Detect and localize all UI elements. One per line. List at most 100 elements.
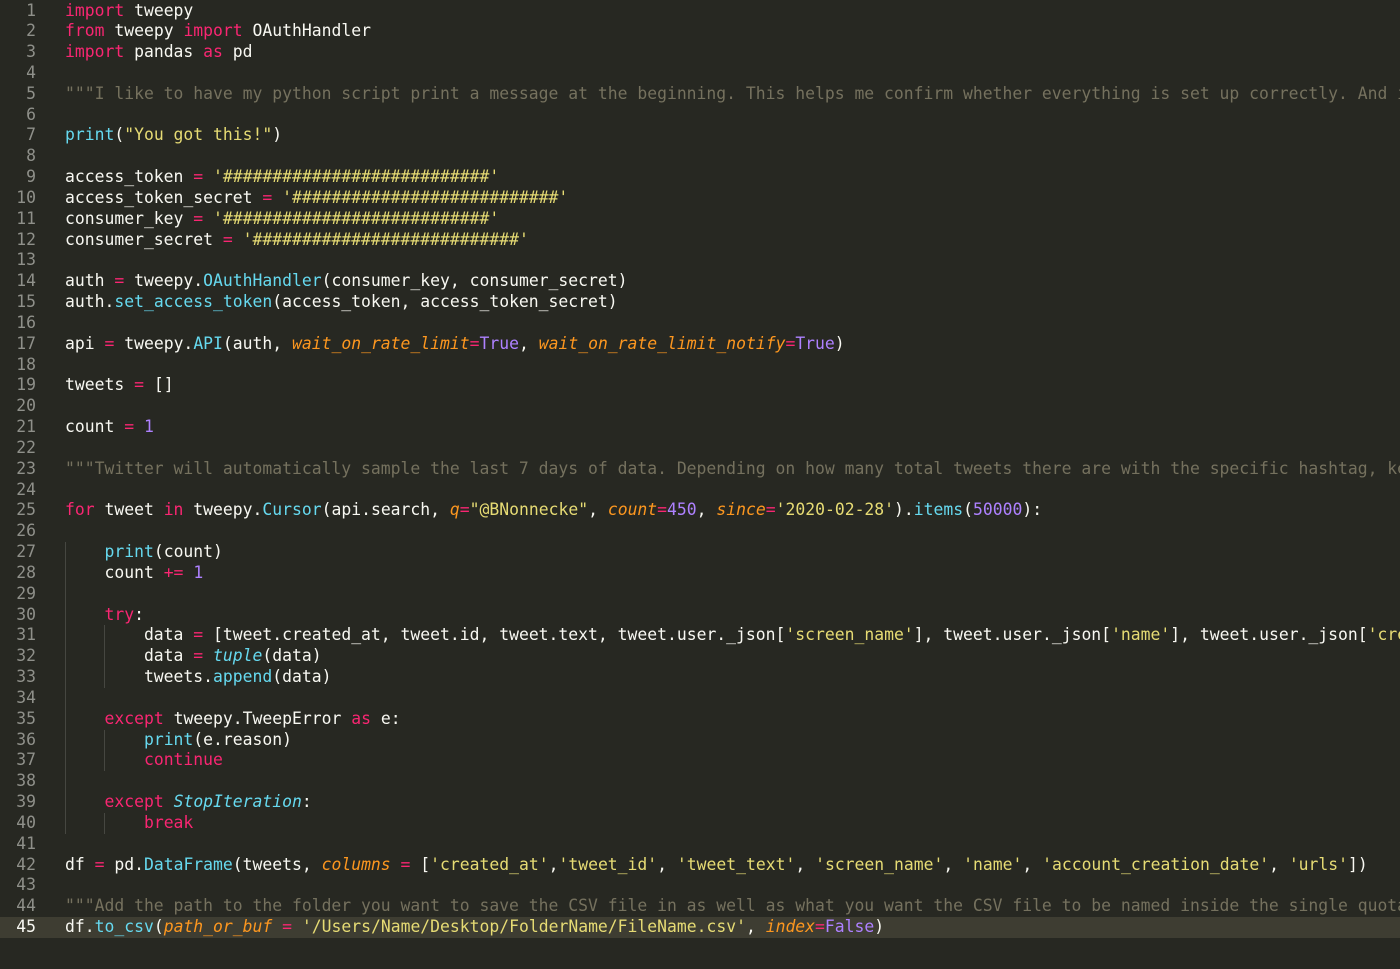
code-token: = [193,167,204,187]
line-number: 23 [16,458,36,478]
code-line[interactable]: 29 [0,584,1400,605]
code-line[interactable]: 23 """Twitter will automatically sample t… [0,459,1400,480]
code-line[interactable]: 26 [0,521,1400,542]
line-number: 31 [16,625,36,645]
code-token: columns [321,854,391,874]
code-token: 'created_at' [430,854,549,874]
code-line[interactable]: 32 data = tuple(data) [0,646,1400,667]
line-number: 12 [16,229,36,249]
code-line[interactable]: 34 [0,688,1400,709]
code-token: access_token_secret [65,187,263,207]
code-token: count [65,417,125,437]
code-line[interactable]: 12 consumer_secret = '###################… [0,230,1400,251]
line-code: print("You got this!") [65,125,282,146]
code-line[interactable]: 16 [0,313,1400,334]
code-line[interactable]: 42 df = pd.DataFrame(tweets, columns = ['… [0,855,1400,876]
code-line[interactable]: 44 """Add the path to the folder you want… [0,896,1400,917]
code-line[interactable]: 39 except StopIteration: [0,792,1400,813]
line-number: 13 [16,250,36,270]
line-code: except StopIteration: [65,792,311,813]
code-line[interactable]: 4 [0,63,1400,84]
code-line[interactable]: 36 print(e.reason) [0,730,1400,751]
code-token: "You got this!" [124,125,273,145]
code-token: (count) [153,542,223,562]
line-code: try: [65,605,143,626]
code-line[interactable]: 25 for tweet in tweepy.Cursor(api.search,… [0,500,1400,521]
code-token: ], tweet.user._json[ [1170,625,1368,645]
code-token: tuple [213,646,263,666]
code-line[interactable]: 41 [0,834,1400,855]
code-token: 'crea [1367,625,1400,645]
line-number: 39 [16,792,36,812]
line-number: 26 [16,521,36,541]
code-line[interactable]: 28 count += 1 [0,563,1400,584]
code-token: (tweets, [232,854,322,874]
code-token: 'account_creation_date' [1042,854,1270,874]
code-line[interactable]: 3 import pandas as pd [0,42,1400,63]
code-line[interactable]: 33 tweets.append(data) [0,667,1400,688]
code-line[interactable]: 21 count = 1 [0,417,1400,438]
code-line[interactable]: 2 from tweepy import OAuthHandler [0,21,1400,42]
code-token: consumer_key [65,208,194,228]
code-token: = [469,333,480,353]
code-line[interactable]: 5 """I like to have my python script prin… [0,84,1400,105]
line-number: 8 [26,146,36,166]
code-line[interactable]: 35 except tweepy.TweepError as e: [0,709,1400,730]
code-token: ( [963,500,974,520]
code-token: '###########################' [282,187,569,207]
code-token: pandas [124,42,204,62]
code-line[interactable]: 10 access_token_secret = '###############… [0,188,1400,209]
code-token: """Twitter will automatically sample the… [65,458,1400,478]
code-line[interactable]: 43 [0,875,1400,896]
line-code: count = 1 [65,417,154,438]
code-token: = [400,854,411,874]
code-line[interactable]: 7 print("You got this!") [0,125,1400,146]
code-token: for [65,500,95,520]
line-code: consumer_key = '########################… [65,209,499,230]
code-line[interactable]: 15 auth.set_access_token(access_token, ac… [0,292,1400,313]
code-token: since [716,500,766,520]
code-token: , [518,333,539,353]
code-token: Cursor [262,500,322,520]
code-token: StopIteration [173,792,302,812]
code-token: 'screen_name' [815,854,944,874]
code-token: True [479,333,519,353]
code-line[interactable]: 30 try: [0,605,1400,626]
code-line[interactable]: 22 [0,438,1400,459]
code-line[interactable]: 9 access_token = '#######################… [0,167,1400,188]
code-token: 'name' [963,854,1023,874]
code-token: tweets [65,375,135,395]
code-line[interactable]: 19 tweets = [] [0,375,1400,396]
code-line[interactable]: 6 [0,105,1400,126]
code-line[interactable]: 45 df.to_csv(path_or_buf = '/Users/Name/D… [0,917,1400,938]
code-line[interactable]: 18 [0,355,1400,376]
code-line[interactable]: 31 data = [tweet.created_at, tweet.id, t… [0,625,1400,646]
line-number: 21 [16,417,36,437]
code-token: [] [143,375,174,395]
code-line[interactable]: 11 consumer_key = '######################… [0,209,1400,230]
code-line[interactable]: 38 [0,771,1400,792]
code-line[interactable]: 40 break [0,813,1400,834]
code-line[interactable]: 20 [0,396,1400,417]
code-token: '/Users/Name/Desktop/FolderName/FileName… [301,917,746,937]
code-line[interactable]: 13 [0,250,1400,271]
code-token: print [143,729,194,749]
line-number: 19 [16,375,36,395]
code-line[interactable]: 14 auth = tweepy.OAuthHandler(consumer_ke… [0,271,1400,292]
code-line[interactable]: 8 [0,146,1400,167]
code-line[interactable]: 1 import tweepy [0,1,1400,22]
code-token: index [765,917,816,937]
code-line[interactable]: 17 api = tweepy.API(auth, wait_on_rate_li… [0,334,1400,355]
code-line[interactable]: 27 print(count) [0,542,1400,563]
code-token: except [104,708,164,728]
code-line[interactable]: 37 continue [0,750,1400,771]
code-line[interactable]: 24 [0,480,1400,501]
line-number: 11 [16,208,36,228]
line-number: 6 [26,104,36,124]
code-token: (data) [272,667,332,687]
code-token: as [203,42,223,62]
code-editor[interactable]: 1 import tweepy 2 from tweepy import OAuthH… [0,0,1400,969]
line-number: 35 [16,708,36,728]
